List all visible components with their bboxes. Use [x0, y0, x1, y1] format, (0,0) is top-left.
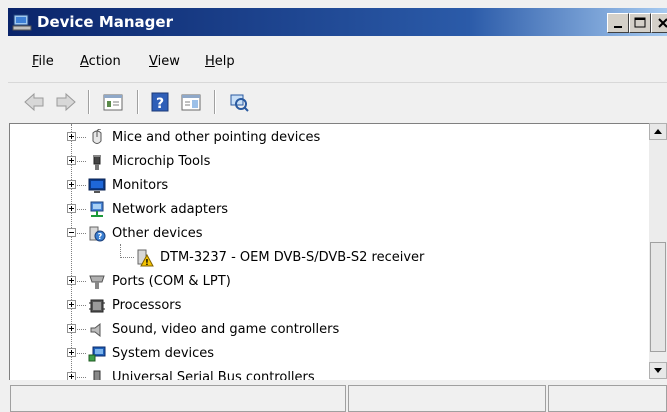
device-manager-window: Device Manager File Action View Help ? M…	[0, 0, 667, 412]
tree-item-label: Monitors	[112, 178, 169, 193]
tree-connector	[77, 161, 86, 162]
svg-text:?: ?	[156, 96, 164, 112]
close-icon	[658, 18, 667, 28]
expand-button[interactable]	[67, 156, 76, 165]
tree-item-label: Processors	[112, 298, 182, 313]
tree-item-ports[interactable]: Ports (COM & LPT)	[10, 270, 650, 294]
menu-help[interactable]: Help	[205, 54, 235, 69]
tree-item-network-adapters[interactable]: Network adapters	[10, 198, 650, 222]
usb-icon	[93, 370, 101, 380]
device-tree[interactable]: Mice and other pointing devices Microchi…	[9, 123, 650, 380]
tree-connector	[77, 329, 86, 330]
toolbar: ?	[8, 82, 667, 121]
tree-item-label: Ports (COM & LPT)	[112, 274, 231, 289]
expand-button[interactable]	[67, 324, 76, 333]
tree-item-label: System devices	[112, 346, 215, 361]
scroll-up-button[interactable]	[649, 123, 667, 140]
scroll-down-icon	[654, 368, 662, 373]
tree-item-label: Network adapters	[112, 202, 229, 217]
tree-item-label: Mice and other pointing devices	[112, 130, 321, 145]
help-icon[interactable]: ?	[149, 91, 173, 113]
tree-connector	[77, 281, 86, 282]
maximize-button[interactable]	[629, 13, 651, 33]
scroll-down-button[interactable]	[649, 362, 667, 379]
minimize-button[interactable]	[607, 13, 629, 33]
scroll-up-icon	[654, 129, 662, 134]
port-icon	[89, 275, 105, 289]
tree-item-monitors[interactable]: Monitors	[10, 174, 650, 198]
maximize-icon	[634, 17, 646, 28]
tree-connector	[77, 185, 86, 186]
close-button[interactable]	[651, 13, 667, 33]
status-panel	[548, 385, 667, 412]
expand-button[interactable]	[67, 180, 76, 189]
tree-connector	[120, 257, 134, 258]
svg-text:?: ?	[98, 232, 103, 241]
tree-item-mice[interactable]: Mice and other pointing devices	[10, 126, 650, 150]
tree-item-microchip-tools[interactable]: Microchip Tools	[10, 150, 650, 174]
tree-item-usb-controllers[interactable]: Universal Serial Bus controllers	[10, 366, 650, 380]
menu-file[interactable]: File	[32, 54, 54, 69]
forward-icon[interactable]	[54, 91, 78, 113]
tree-item-label: DTM-3237 - OEM DVB-S/DVB-S2 receiver	[160, 250, 425, 265]
tree-item-label: Universal Serial Bus controllers	[112, 370, 315, 380]
toolbar-separator	[137, 90, 139, 114]
mouse-icon	[92, 129, 102, 144]
properties-icon[interactable]	[101, 91, 125, 113]
microchip-tools-icon	[93, 155, 101, 170]
expand-button[interactable]	[67, 276, 76, 285]
collapse-button[interactable]	[67, 228, 76, 237]
processor-icon	[89, 299, 105, 313]
toolbar-separator	[214, 90, 216, 114]
toolbar-separator	[88, 90, 90, 114]
unknown-device-warning-icon: !	[137, 249, 154, 267]
tree-item-system-devices[interactable]: System devices	[10, 342, 650, 366]
minimize-icon	[614, 26, 622, 28]
expand-button[interactable]	[67, 372, 76, 380]
tree-item-processors[interactable]: Processors	[10, 294, 650, 318]
tree-item-label: Other devices	[112, 226, 203, 241]
menu-action[interactable]: Action	[80, 54, 121, 69]
tree-item-label: Sound, video and game controllers	[112, 322, 340, 337]
tree-connector	[77, 233, 86, 234]
back-icon[interactable]	[22, 91, 46, 113]
speaker-icon	[90, 322, 101, 338]
device-manager-icon	[12, 14, 32, 31]
other-devices-icon: ?	[89, 226, 106, 242]
title-bar[interactable]: Device Manager	[8, 8, 667, 36]
scroll-thumb[interactable]	[650, 242, 666, 352]
menu-view[interactable]: View	[149, 54, 180, 69]
status-panel	[10, 385, 346, 412]
vertical-scrollbar[interactable]	[649, 123, 667, 379]
tree-connector	[77, 377, 86, 378]
expand-button[interactable]	[67, 204, 76, 213]
tree-connector	[77, 353, 86, 354]
show-hide-tree-icon[interactable]	[179, 91, 203, 113]
tree-item-sound-video[interactable]: Sound, video and game controllers	[10, 318, 650, 342]
tree-item-label: Microchip Tools	[112, 154, 211, 169]
expand-button[interactable]	[67, 300, 76, 309]
system-devices-icon	[88, 346, 106, 362]
tree-item-other-devices[interactable]: ? Other devices	[10, 222, 650, 246]
tree-connector	[77, 305, 86, 306]
status-bar	[8, 383, 667, 412]
scan-hardware-icon[interactable]	[227, 91, 251, 113]
menu-bar: File Action View Help	[8, 46, 667, 76]
status-panel	[348, 385, 546, 412]
network-adapter-icon	[90, 201, 104, 217]
tree-connector	[77, 209, 86, 210]
expand-button[interactable]	[67, 348, 76, 357]
tree-item-dtm-3237[interactable]: ! DTM-3237 - OEM DVB-S/DVB-S2 receiver	[10, 246, 650, 270]
svg-text:!: !	[145, 258, 149, 267]
monitor-icon	[88, 178, 106, 193]
expand-button[interactable]	[67, 132, 76, 141]
window-title: Device Manager	[37, 13, 173, 31]
tree-connector	[77, 137, 86, 138]
